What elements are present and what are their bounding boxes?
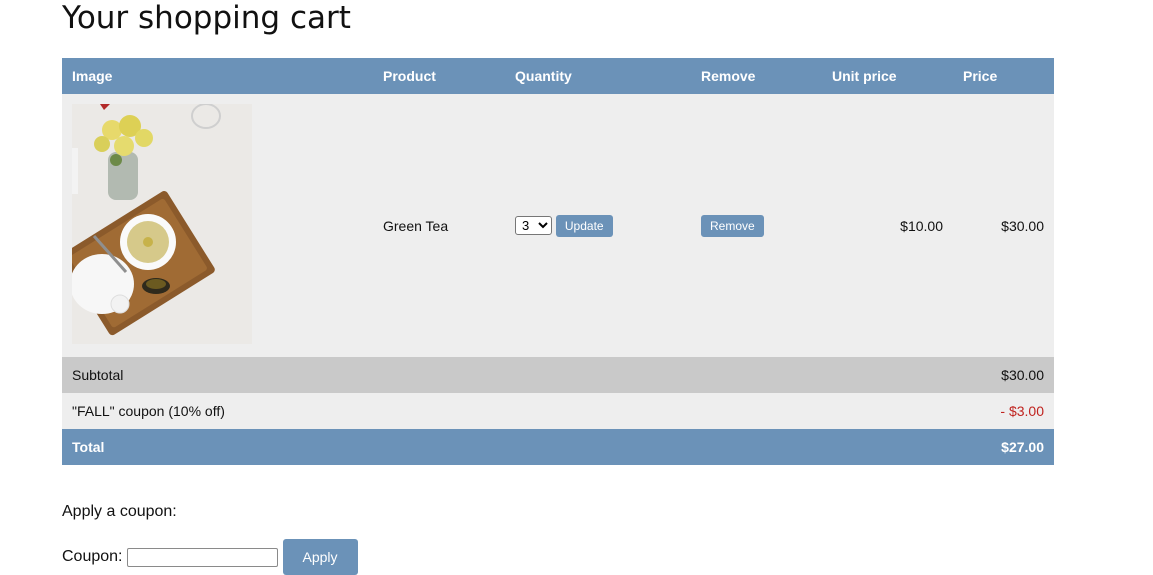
coupon-discount-label: "FALL" coupon (10% off) (62, 393, 953, 429)
product-name: Green Tea (373, 94, 505, 357)
apply-button[interactable]: Apply (282, 539, 358, 575)
quantity-select[interactable]: 3 (515, 216, 552, 235)
coupon-field-label: Coupon: (62, 548, 123, 565)
coupon-input[interactable] (126, 547, 278, 567)
cart-table: Image Product Quantity Remove Unit price… (62, 58, 1054, 465)
coupon-form: Coupon: Apply (62, 539, 358, 575)
subtotal-label: Subtotal (62, 357, 953, 393)
total-value: $27.00 (953, 429, 1054, 465)
table-row: Green Tea 3 Update Remove $10.00 $30.00 (62, 94, 1054, 357)
header-image: Image (62, 58, 373, 94)
quantity-cell: 3 Update (505, 94, 691, 357)
coupon-discount-value: - $3.00 (953, 393, 1054, 429)
remove-button[interactable]: Remove (701, 214, 764, 237)
header-quantity: Quantity (505, 58, 691, 94)
apply-coupon-heading: Apply a coupon: (62, 503, 177, 520)
line-price: $30.00 (953, 94, 1054, 357)
header-price: Price (953, 58, 1054, 94)
unit-price: $10.00 (822, 94, 953, 357)
header-unit-price: Unit price (822, 58, 953, 94)
header-remove: Remove (691, 58, 822, 94)
total-label: Total (62, 429, 953, 465)
subtotal-row: Subtotal $30.00 (62, 357, 1054, 393)
update-button[interactable]: Update (555, 214, 613, 237)
subtotal-value: $30.00 (953, 357, 1054, 393)
header-product: Product (373, 58, 505, 94)
product-image (72, 104, 252, 344)
product-image-cell (62, 94, 373, 357)
total-row: Total $27.00 (62, 429, 1054, 465)
remove-cell: Remove (691, 94, 822, 357)
coupon-discount-row: "FALL" coupon (10% off) - $3.00 (62, 393, 1054, 429)
table-header-row: Image Product Quantity Remove Unit price… (62, 58, 1054, 94)
page-title: Your shopping cart (62, 0, 351, 36)
